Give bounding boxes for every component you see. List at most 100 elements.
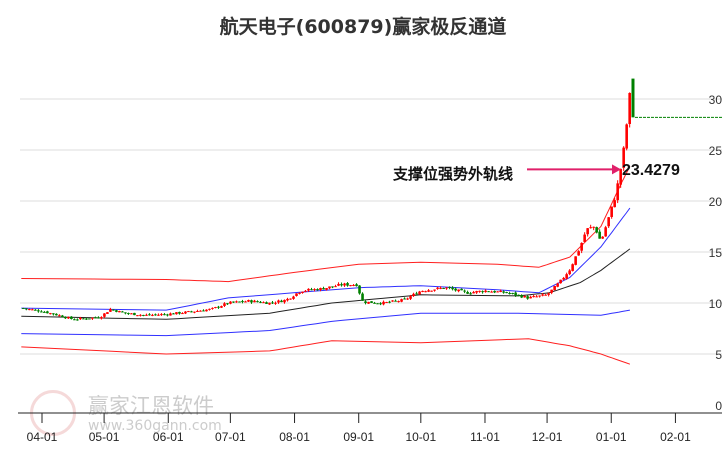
candle [43,311,46,313]
candle [118,311,121,313]
candle [40,311,43,313]
candle [328,286,331,289]
candle [505,292,508,294]
candle [598,231,601,239]
candle [511,292,514,294]
candle [301,291,304,293]
candle [265,302,268,304]
candle [364,301,367,304]
candle [172,313,175,315]
candle [52,313,55,315]
candle [610,206,613,217]
candle [64,317,67,319]
candle [580,242,583,251]
candle [124,312,127,314]
candle [232,301,235,303]
candle [532,296,535,298]
candle [418,291,421,295]
candle [550,289,553,293]
candle [514,292,517,296]
candle [148,314,151,316]
candle [481,291,484,293]
candle [223,303,226,306]
candle [541,294,544,296]
candle [88,318,91,320]
candle [220,306,223,308]
y-tick-label: 10 [709,297,723,311]
candle [595,227,598,233]
candle [562,277,565,280]
candle [337,283,340,286]
candle [28,309,31,311]
candle [625,124,628,149]
band-inner-lower [21,309,630,337]
candle [289,298,292,300]
candle [592,226,595,228]
candle [553,285,556,291]
candle [178,311,181,314]
candle [199,310,202,312]
candle [37,310,40,312]
candle [466,291,469,294]
candle [508,293,511,295]
candle [133,312,136,316]
candle [517,294,520,296]
candle [394,300,397,302]
candle [154,314,157,316]
candle [415,293,418,295]
candle [352,285,355,287]
candle [67,317,70,319]
candle [325,288,328,290]
candle [448,286,451,289]
candle [292,296,295,299]
candle [79,317,82,320]
candle [355,284,358,287]
candle [463,290,466,292]
candle [544,294,547,296]
candle [583,234,586,242]
x-tick-label: 01-01 [596,430,627,444]
candle [403,298,406,300]
candle [181,313,184,315]
candle [73,319,76,321]
candle [85,318,88,320]
candle [565,274,568,279]
candle [238,301,241,303]
candle [184,311,187,314]
candle [136,315,139,317]
candle [493,291,496,293]
candle [370,301,373,303]
candle [244,301,247,303]
candle [586,228,589,235]
candle [193,311,196,313]
candle [205,309,208,312]
candle [397,301,400,303]
candle [538,295,541,297]
candle [574,256,577,265]
x-tick-label: 09-01 [343,430,374,444]
candle [316,289,319,291]
candle [130,313,133,315]
candle [388,301,391,303]
candle [304,290,307,292]
candle [613,200,616,208]
candle [322,288,325,290]
candle [259,301,262,303]
candle [559,279,562,284]
candle [529,296,532,299]
candle [277,300,280,303]
candle [82,318,85,320]
candle [157,314,160,316]
x-tick-label: 06-01 [153,430,184,444]
y-tick-label: 20 [709,195,723,209]
candle [427,290,430,292]
candle [349,285,352,287]
candle [607,217,610,227]
candle [214,307,217,309]
candle [55,313,58,316]
candle [211,307,214,309]
candle [34,309,37,311]
candle [256,301,259,303]
candle [475,291,478,293]
band-inner-upper [21,207,631,311]
